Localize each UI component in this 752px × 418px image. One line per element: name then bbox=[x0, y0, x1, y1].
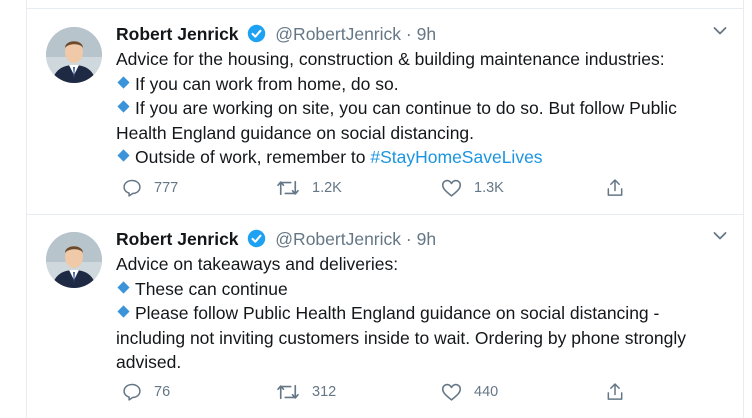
like-count: 440 bbox=[474, 384, 499, 400]
verified-badge-icon bbox=[247, 24, 266, 48]
tweet-text-line: These can continue bbox=[135, 278, 288, 299]
blue-diamond-icon bbox=[117, 75, 130, 89]
retweet-icon bbox=[276, 178, 300, 198]
like-icon bbox=[441, 178, 462, 198]
retweet-count: 312 bbox=[312, 384, 337, 400]
reply-icon bbox=[122, 382, 142, 402]
reply-count: 76 bbox=[154, 384, 171, 400]
tweet-time[interactable]: 9h bbox=[417, 229, 436, 249]
like-button[interactable]: 440 bbox=[441, 382, 498, 402]
retweet-button[interactable]: 1.2K bbox=[276, 178, 342, 198]
tweet[interactable]: Robert Jenrick @RobertJenrick · 9h Advic… bbox=[27, 214, 743, 418]
author-name[interactable]: Robert Jenrick bbox=[116, 24, 239, 44]
tweet-text-line: advised. bbox=[116, 352, 182, 372]
tweet-text-line: Please follow Public Health England guid… bbox=[135, 303, 660, 323]
tweet-text-line: If you are working on site, you can cont… bbox=[135, 98, 677, 118]
share-button[interactable] bbox=[605, 178, 625, 198]
blue-diamond-icon bbox=[117, 149, 130, 162]
share-icon bbox=[605, 382, 625, 402]
tweet-actions: 76 312 440 bbox=[116, 382, 676, 404]
reply-count: 777 bbox=[154, 180, 179, 196]
like-icon bbox=[441, 382, 462, 402]
retweet-count: 1.2K bbox=[312, 180, 342, 196]
author-name[interactable]: Robert Jenrick bbox=[116, 229, 239, 249]
tweet-text-line: Outside of work, remember to bbox=[135, 147, 366, 167]
blue-diamond-icon bbox=[117, 280, 130, 294]
share-icon bbox=[605, 178, 625, 198]
reply-icon bbox=[122, 178, 142, 198]
tweet-content: Robert Jenrick @RobertJenrick · 9h Advic… bbox=[116, 228, 716, 375]
like-button[interactable]: 1.3K bbox=[441, 178, 504, 198]
tweet-text-line: If you can work from home, do so. bbox=[135, 73, 399, 94]
tweet-text-line: Advice on takeaways and deliveries: bbox=[116, 254, 399, 274]
reply-button[interactable]: 777 bbox=[122, 178, 178, 198]
author-handle[interactable]: @RobertJenrick bbox=[275, 24, 401, 44]
share-button[interactable] bbox=[605, 382, 625, 402]
author-handle[interactable]: @RobertJenrick bbox=[275, 229, 401, 249]
tweet-text: Advice for the housing, construction & b… bbox=[116, 47, 716, 170]
tweet[interactable]: Robert Jenrick @RobertJenrick · 9h Advic… bbox=[27, 8, 743, 215]
chevron-down-icon[interactable] bbox=[713, 23, 727, 41]
tweet-text-line: including not inviting customers inside … bbox=[116, 327, 687, 348]
avatar[interactable] bbox=[46, 27, 102, 83]
reply-button[interactable]: 76 bbox=[122, 382, 170, 402]
tweet-header: Robert Jenrick @RobertJenrick · 9h bbox=[116, 23, 716, 45]
hashtag-link[interactable]: #StayHomeSaveLives bbox=[370, 147, 542, 167]
blue-diamond-icon bbox=[117, 305, 130, 318]
tweet-header: Robert Jenrick @RobertJenrick · 9h bbox=[116, 228, 716, 250]
blue-diamond-icon bbox=[117, 100, 130, 113]
tweet-text-line: Advice for the housing, construction & b… bbox=[116, 49, 665, 69]
tweet-time[interactable]: 9h bbox=[417, 24, 436, 44]
tweet-content: Robert Jenrick @RobertJenrick · 9h Advic… bbox=[116, 23, 716, 170]
tweet-text-line: Health England guidance on social distan… bbox=[116, 122, 475, 143]
timeline-feed: Robert Jenrick @RobertJenrick · 9h Advic… bbox=[26, 0, 744, 418]
chevron-down-icon[interactable] bbox=[713, 228, 727, 246]
retweet-icon bbox=[276, 382, 300, 402]
separator-dot: · bbox=[405, 229, 412, 249]
verified-badge-icon bbox=[247, 229, 266, 253]
tweet-text: Advice on takeaways and deliveries: Thes… bbox=[116, 252, 716, 375]
like-count: 1.3K bbox=[474, 180, 504, 196]
retweet-button[interactable]: 312 bbox=[276, 382, 336, 402]
tweet-actions: 777 1.2K 1.3K bbox=[116, 178, 676, 200]
separator-dot: · bbox=[405, 24, 412, 44]
avatar[interactable] bbox=[46, 232, 102, 288]
